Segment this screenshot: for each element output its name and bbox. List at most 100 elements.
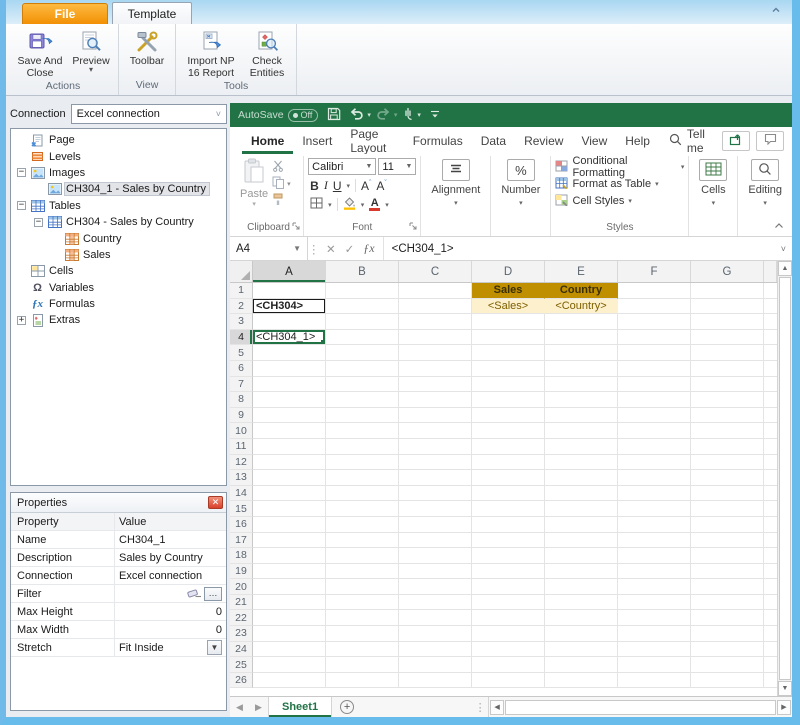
scrollbar-thumb[interactable]: [505, 700, 776, 715]
cell-E20[interactable]: [545, 579, 618, 595]
cell-F14[interactable]: [618, 486, 691, 502]
tree-item[interactable]: −Tables: [11, 198, 226, 214]
row-header-13[interactable]: 13: [230, 470, 253, 486]
new-sheet-button[interactable]: +: [332, 697, 362, 717]
cell-G12[interactable]: [691, 455, 764, 471]
cell-C9[interactable]: [399, 408, 472, 424]
comment-button[interactable]: [756, 131, 784, 151]
row-header-16[interactable]: 16: [230, 517, 253, 533]
cell-D4[interactable]: [472, 330, 545, 346]
scroll-right-icon[interactable]: ▶: [777, 700, 791, 715]
expander-minus-icon[interactable]: −: [17, 168, 26, 177]
format-painter-button[interactable]: [272, 194, 291, 208]
cell-A14[interactable]: [253, 486, 326, 502]
preview-button[interactable]: Preview ▾: [68, 26, 114, 79]
scroll-up-icon[interactable]: ▲: [778, 261, 792, 276]
undo-icon[interactable]: [349, 107, 364, 123]
cell-A7[interactable]: [253, 377, 326, 393]
dropdown-arrow-icon[interactable]: ▾: [385, 201, 389, 209]
cell-G2[interactable]: [691, 299, 764, 315]
cell-G11[interactable]: [691, 439, 764, 455]
cell-A25[interactable]: [253, 657, 326, 673]
cell-C11[interactable]: [399, 439, 472, 455]
cell-G23[interactable]: [691, 626, 764, 642]
cell-C18[interactable]: [399, 548, 472, 564]
close-icon[interactable]: ✕: [208, 496, 223, 509]
cell-A17[interactable]: [253, 533, 326, 549]
property-value[interactable]: Fit Inside▼: [115, 639, 226, 656]
cell-D7[interactable]: [472, 377, 545, 393]
font-color-button[interactable]: A: [369, 198, 380, 211]
cell-B25[interactable]: [326, 657, 399, 673]
cell-B13[interactable]: [326, 470, 399, 486]
dropdown-arrow-icon[interactable]: ▾: [347, 182, 351, 190]
column-header-C[interactable]: C: [399, 261, 472, 282]
cell-F25[interactable]: [618, 657, 691, 673]
cell-E5[interactable]: [545, 345, 618, 361]
cell-E14[interactable]: [545, 486, 618, 502]
cell-F22[interactable]: [618, 610, 691, 626]
cell-F8[interactable]: [618, 392, 691, 408]
cell-G17[interactable]: [691, 533, 764, 549]
cell-B3[interactable]: [326, 314, 399, 330]
cell-F15[interactable]: [618, 501, 691, 517]
cell-G4[interactable]: [691, 330, 764, 346]
tree-item[interactable]: −CH304 - Sales by Country: [11, 214, 226, 230]
cell-D1[interactable]: Sales: [472, 283, 545, 299]
row-header-19[interactable]: 19: [230, 564, 253, 580]
name-box[interactable]: A4▼: [230, 237, 308, 260]
expander-minus-icon[interactable]: −: [17, 201, 26, 210]
cell-B1[interactable]: [326, 283, 399, 299]
tree-item[interactable]: ƒxFormulas: [11, 296, 226, 312]
cell-F12[interactable]: [618, 455, 691, 471]
cell-A11[interactable]: [253, 439, 326, 455]
cell-D22[interactable]: [472, 610, 545, 626]
insert-function-icon[interactable]: ƒx: [363, 241, 374, 256]
tree-item[interactable]: +Extras: [11, 312, 226, 328]
row-header-8[interactable]: 8: [230, 392, 253, 408]
conditional-formatting-button[interactable]: Conditional Formatting▾: [555, 159, 684, 175]
cell-G18[interactable]: [691, 548, 764, 564]
cells-button[interactable]: Cells ▾: [693, 156, 733, 207]
cell-C22[interactable]: [399, 610, 472, 626]
dialog-launcher-icon[interactable]: [409, 222, 417, 233]
cell-D8[interactable]: [472, 392, 545, 408]
cell-F5[interactable]: [618, 345, 691, 361]
cell-E15[interactable]: [545, 501, 618, 517]
cell-B17[interactable]: [326, 533, 399, 549]
cell-B14[interactable]: [326, 486, 399, 502]
cell-D9[interactable]: [472, 408, 545, 424]
sheet-nav-right-icon[interactable]: ▶: [249, 697, 268, 717]
cell-F18[interactable]: [618, 548, 691, 564]
cell-F20[interactable]: [618, 579, 691, 595]
expander-plus-icon[interactable]: +: [17, 316, 26, 325]
cell-G7[interactable]: [691, 377, 764, 393]
italic-button[interactable]: I: [324, 178, 328, 193]
cell-E12[interactable]: [545, 455, 618, 471]
cell-A23[interactable]: [253, 626, 326, 642]
row-header-5[interactable]: 5: [230, 345, 253, 361]
cell-F23[interactable]: [618, 626, 691, 642]
tree-item[interactable]: Page: [11, 132, 226, 148]
customize-qat-icon[interactable]: [430, 109, 440, 122]
dropdown-arrow-icon[interactable]: ▾: [367, 111, 371, 119]
row-header-18[interactable]: 18: [230, 548, 253, 564]
excel-tab-data[interactable]: Data: [472, 127, 515, 154]
cell-G10[interactable]: [691, 423, 764, 439]
collapse-excel-ribbon-button[interactable]: [774, 220, 784, 232]
cell-B18[interactable]: [326, 548, 399, 564]
property-value[interactable]: 0: [115, 603, 226, 620]
dropdown-arrow-icon[interactable]: ▾: [417, 111, 421, 119]
cell-E11[interactable]: [545, 439, 618, 455]
cell-C26[interactable]: [399, 673, 472, 689]
cell-A22[interactable]: [253, 610, 326, 626]
borders-button[interactable]: [310, 197, 323, 212]
cell-F10[interactable]: [618, 423, 691, 439]
cell-G5[interactable]: [691, 345, 764, 361]
cell-B16[interactable]: [326, 517, 399, 533]
fill-color-button[interactable]: [343, 197, 356, 213]
cell-G21[interactable]: [691, 595, 764, 611]
excel-tab-formulas[interactable]: Formulas: [404, 127, 472, 154]
cell-E10[interactable]: [545, 423, 618, 439]
cell-E3[interactable]: [545, 314, 618, 330]
